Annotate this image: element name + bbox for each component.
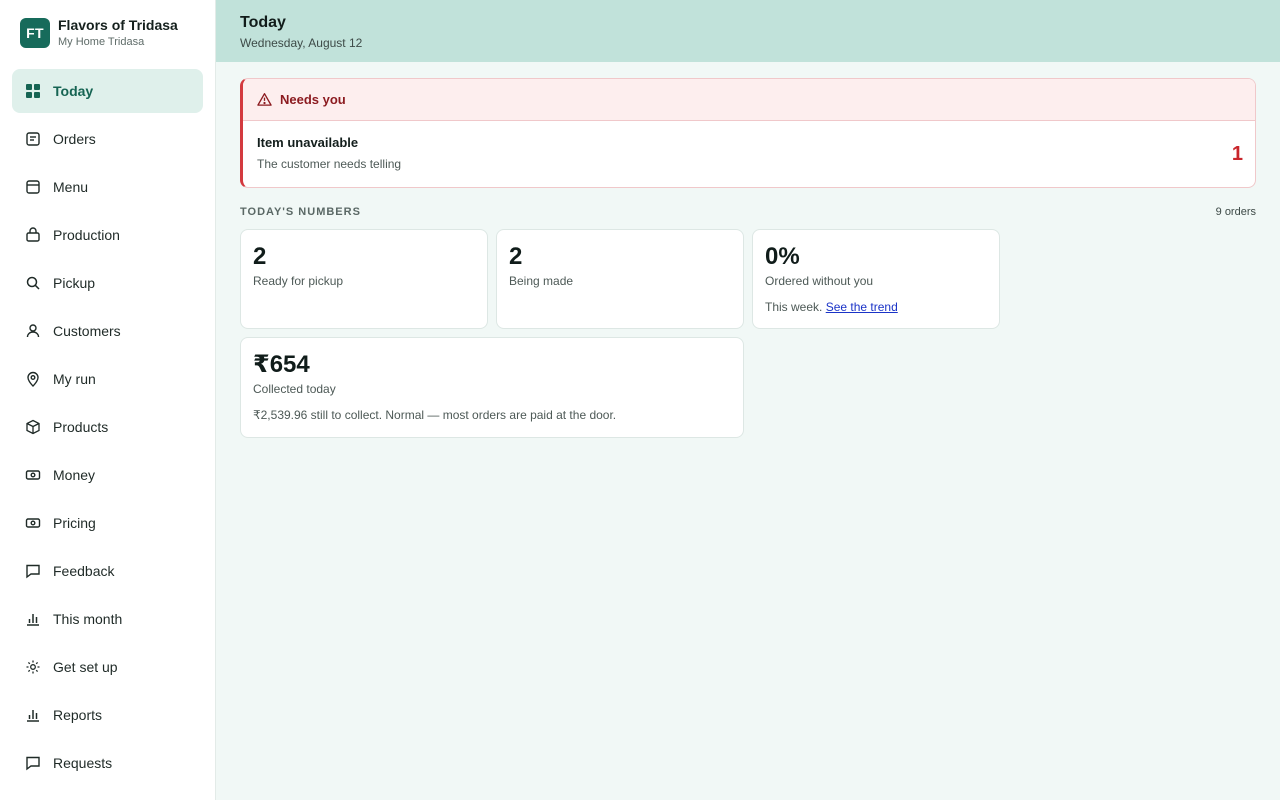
stat-note-text: This week. — [765, 300, 823, 314]
sidebar-item-menu[interactable]: Menu — [12, 165, 203, 209]
chat-icon — [24, 563, 41, 580]
sidebar-item-label: Production — [53, 227, 120, 243]
stat-label: Ordered without you — [765, 274, 874, 288]
bag-icon — [24, 227, 41, 244]
menu-icon — [24, 179, 41, 196]
brand[interactable]: FT Flavors of Tridasa My Home Tridasa — [20, 17, 178, 49]
stat-label: Ready for pickup — [253, 274, 344, 288]
stat-label: Collected today — [253, 382, 336, 396]
sidebar-item-feedback[interactable]: Feedback — [12, 549, 203, 593]
stat-value: ₹654 — [253, 351, 310, 378]
chat-icon — [24, 755, 41, 772]
pricing-icon — [24, 515, 41, 532]
user-icon — [24, 323, 41, 340]
sidebar-item-label: Reports — [53, 707, 103, 723]
sidebar-item-label: Products — [53, 419, 109, 435]
bar-chart-icon — [24, 611, 41, 628]
sidebar-item-my-run[interactable]: My run — [12, 357, 203, 401]
sidebar: FT Flavors of Tridasa My Home Tridasa To… — [0, 0, 216, 800]
sidebar-item-production[interactable]: Production — [12, 213, 203, 257]
sidebar-item-products[interactable]: Products — [12, 405, 203, 449]
sidebar-item-label: Get set up — [53, 659, 118, 675]
brand-avatar: FT — [20, 18, 50, 48]
needs-you-alert: Needs you Item unavailable The customer … — [240, 78, 1256, 188]
sidebar-item-pickup[interactable]: Pickup — [12, 261, 203, 305]
section-label-todays-numbers: TODAY'S NUMBERS — [240, 206, 361, 218]
sidebar-item-label: Customers — [53, 323, 121, 339]
alert-item-unavailable[interactable]: Item unavailable The customer needs tell… — [243, 121, 1255, 185]
sidebar-item-get-set-up[interactable]: Get set up — [12, 645, 203, 689]
sidebar-item-label: Pricing — [53, 515, 96, 531]
page-date: Wednesday, August 12 — [240, 36, 363, 50]
sidebar-item-label: Today — [53, 83, 94, 99]
sidebar-item-label: My run — [53, 371, 96, 387]
alert-item-count: 1 — [1231, 143, 1243, 165]
sidebar-item-money[interactable]: Money — [12, 453, 203, 497]
stat-card-ready-for-pickup[interactable]: 2 Ready for pickup — [240, 229, 488, 329]
location-pin-icon — [24, 371, 41, 388]
sidebar-item-requests[interactable]: Requests — [12, 741, 203, 785]
stat-note: This week. See the trend — [765, 300, 987, 314]
see-the-trend-link[interactable]: See the trend — [826, 300, 898, 314]
brand-subtitle: My Home Tridasa — [58, 36, 145, 48]
orders-count: 9 orders — [1215, 206, 1256, 218]
sidebar-item-pricing[interactable]: Pricing — [12, 501, 203, 545]
warning-icon — [257, 92, 272, 107]
brand-name: Flavors of Tridasa — [58, 17, 178, 33]
stat-note: ₹2,539.96 still to collect. Normal — mos… — [253, 408, 617, 422]
money-icon — [24, 467, 41, 484]
sidebar-item-label: Requests — [53, 755, 113, 771]
page-title: Today — [240, 14, 286, 31]
sidebar-item-customers[interactable]: Customers — [12, 309, 203, 353]
orders-icon — [24, 131, 41, 148]
sidebar-nav: Today Orders Menu Production Pickup Cust… — [12, 69, 203, 789]
alert-item-title: Item unavailable — [257, 135, 359, 150]
stat-label: Being made — [509, 274, 574, 288]
sidebar-item-reports[interactable]: Reports — [12, 693, 203, 737]
sidebar-item-this-month[interactable]: This month — [12, 597, 203, 641]
gear-icon — [24, 659, 41, 676]
stat-card-ordered-without-you: 0% Ordered without you This week. See th… — [752, 229, 1000, 329]
sidebar-item-today[interactable]: Today — [12, 69, 203, 113]
stat-value: 2 — [253, 243, 267, 270]
page-header: Today Wednesday, August 12 — [216, 0, 1280, 62]
stat-card-being-made[interactable]: 2 Being made — [496, 229, 744, 329]
search-icon — [24, 275, 41, 292]
alert-title: Needs you — [280, 92, 346, 107]
stat-value: 2 — [509, 243, 523, 270]
sidebar-item-label: This month — [53, 611, 123, 627]
sidebar-item-label: Orders — [53, 131, 96, 147]
sidebar-item-label: Feedback — [53, 563, 115, 579]
box-icon — [24, 419, 41, 436]
alert-item-subtitle: The customer needs telling — [257, 157, 402, 171]
sidebar-item-orders[interactable]: Orders — [12, 117, 203, 161]
sidebar-item-label: Pickup — [53, 275, 96, 291]
alert-header: Needs you — [243, 79, 1255, 121]
stat-card-collected-today[interactable]: ₹654 Collected today ₹2,539.96 still to … — [240, 337, 744, 438]
bar-chart-icon — [24, 707, 41, 724]
sidebar-item-label: Money — [53, 467, 96, 483]
stat-value: 0% — [765, 243, 800, 270]
sidebar-item-label: Menu — [53, 179, 89, 195]
grid-icon — [24, 83, 41, 100]
